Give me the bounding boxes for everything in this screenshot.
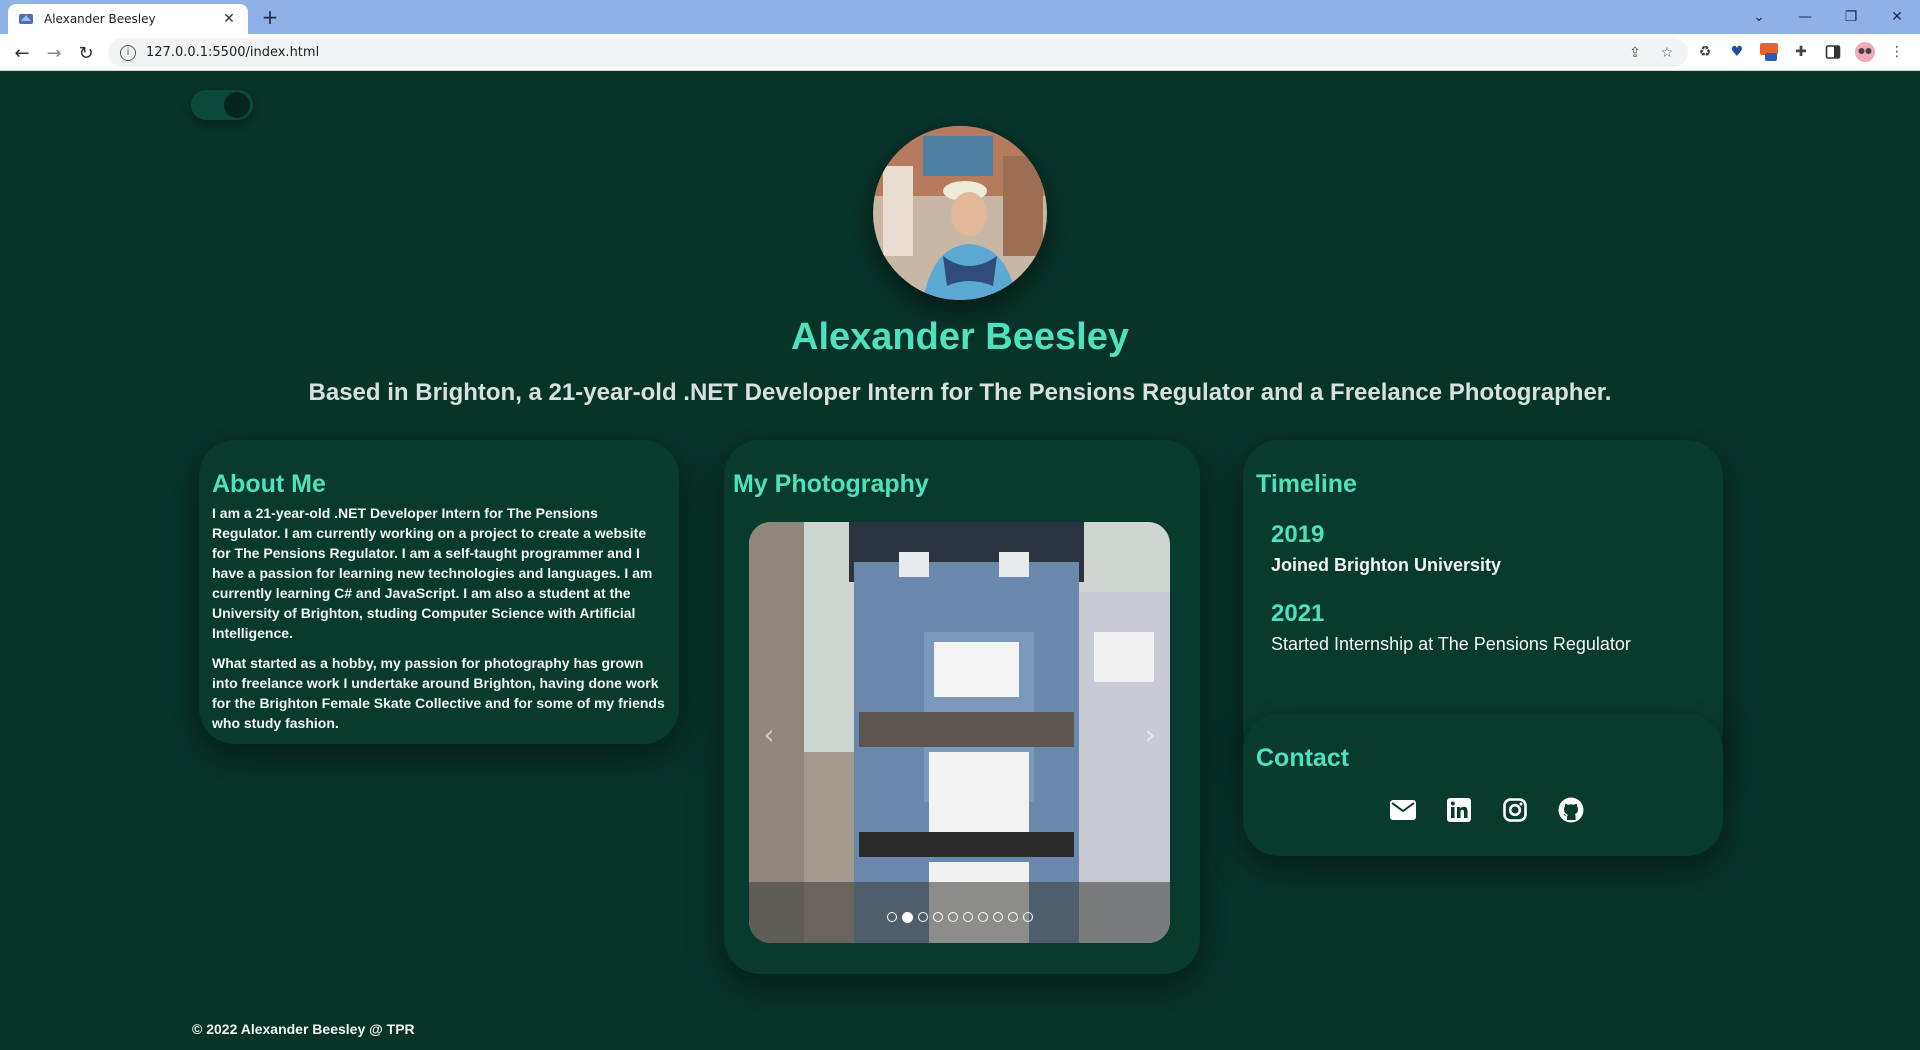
about-card: About Me I am a 21-year-old .NET Develop…: [199, 440, 679, 744]
restore-button[interactable]: ❐: [1828, 0, 1874, 34]
contact-card: Contact: [1243, 714, 1723, 856]
browser-toolbar: ← → ↻ i 127.0.0.1:5500/index.html ⇪ ☆ ♻ …: [0, 34, 1920, 71]
carousel-dot-active[interactable]: [901, 912, 913, 923]
about-heading: About Me: [212, 470, 326, 498]
github-icon[interactable]: [1557, 796, 1585, 824]
share-icon[interactable]: ⇪: [1624, 38, 1646, 67]
address-bar[interactable]: i 127.0.0.1:5500/index.html ⇪ ☆: [108, 38, 1688, 67]
url-text: 127.0.0.1:5500/index.html: [146, 45, 320, 60]
timeline-year: 2021: [1271, 600, 1325, 627]
footer-copyright: © 2022 Alexander Beesley @ TPR: [192, 1021, 415, 1037]
extension-on-icon[interactable]: [1756, 39, 1782, 65]
carousel-dot[interactable]: [1007, 912, 1018, 922]
toggle-knob: [224, 92, 250, 118]
site-info-icon[interactable]: i: [120, 44, 136, 61]
browser-menu-icon[interactable]: ⋮: [1884, 39, 1910, 65]
carousel-dot[interactable]: [962, 912, 973, 922]
carousel-dot[interactable]: [992, 912, 1003, 922]
browser-tab[interactable]: Alexander Beesley ✕: [8, 4, 248, 34]
carousel-dot[interactable]: [932, 912, 943, 922]
forward-button[interactable]: →: [40, 39, 68, 67]
chevron-left-icon[interactable]: ‹: [757, 720, 781, 750]
back-button[interactable]: ←: [8, 39, 36, 67]
close-window-button[interactable]: ✕: [1874, 0, 1920, 34]
carousel-dot[interactable]: [947, 912, 958, 922]
carousel-dot[interactable]: [977, 912, 988, 922]
about-paragraph: What started as a hobby, my passion for …: [212, 655, 665, 731]
photography-card: My Photography ‹ ›: [724, 440, 1200, 974]
carousel-dot[interactable]: [1022, 912, 1033, 922]
profile-tagline: Based in Brighton, a 21-year-old .NET De…: [308, 379, 1612, 406]
instagram-icon[interactable]: [1501, 796, 1529, 824]
tab-search-icon[interactable]: ⌄: [1736, 0, 1782, 34]
photography-heading: My Photography: [733, 470, 929, 498]
profile-avatar-icon[interactable]: [1852, 39, 1878, 65]
profile-photo: [873, 126, 1047, 300]
browser-tab-bar: Alexander Beesley ✕ + ⌄ — ❐ ✕: [0, 0, 1920, 34]
timeline-year: 2019: [1271, 521, 1325, 548]
chevron-right-icon[interactable]: ›: [1138, 720, 1162, 750]
carousel-dot[interactable]: [917, 912, 928, 922]
theme-toggle[interactable]: [191, 90, 253, 120]
extension-recycle-icon[interactable]: ♻: [1692, 39, 1718, 65]
site-favicon-icon: [18, 11, 34, 27]
minimize-button[interactable]: —: [1782, 0, 1828, 34]
linkedin-icon[interactable]: [1445, 796, 1473, 824]
about-paragraph: I am a 21-year-old .NET Developer Intern…: [212, 505, 653, 641]
extension-heart-icon[interactable]: ♥: [1724, 39, 1750, 65]
reload-button[interactable]: ↻: [72, 39, 100, 67]
timeline-item: 2019 Joined Brighton University: [1271, 521, 1710, 576]
contact-icons: [1243, 796, 1723, 824]
side-panel-icon[interactable]: [1820, 39, 1846, 65]
tab-title: Alexander Beesley: [44, 12, 156, 26]
bookmark-star-icon[interactable]: ☆: [1656, 38, 1678, 67]
carousel-indicators: [749, 912, 1170, 923]
extensions-puzzle-icon[interactable]: ✚: [1788, 39, 1814, 65]
timeline-heading: Timeline: [1256, 470, 1357, 498]
page: Alexander Beesley Based in Brighton, a 2…: [0, 71, 1920, 1050]
envelope-icon[interactable]: [1389, 796, 1417, 824]
timeline-text: Started Internship at The Pensions Regul…: [1271, 634, 1631, 654]
contact-heading: Contact: [1256, 744, 1350, 772]
tab-close-icon[interactable]: ✕: [220, 11, 238, 27]
timeline-text: Joined Brighton University: [1271, 555, 1502, 575]
carousel-slide-image: [749, 522, 1170, 943]
profile-name: Alexander Beesley: [791, 316, 1129, 358]
carousel-dot[interactable]: [886, 912, 897, 922]
photo-carousel[interactable]: ‹ ›: [749, 522, 1170, 943]
new-tab-button[interactable]: +: [258, 6, 282, 30]
timeline-item: 2021 Started Internship at The Pensions …: [1271, 600, 1710, 655]
